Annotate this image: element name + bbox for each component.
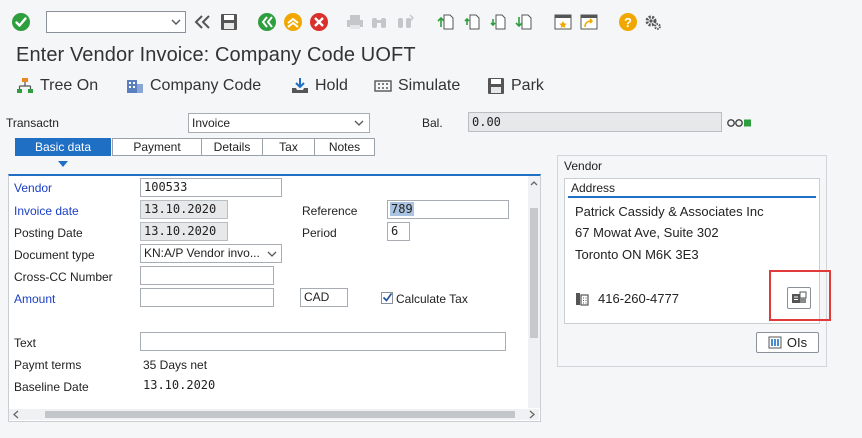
- vendor-name: Patrick Cassidy & Associates Inc: [575, 204, 764, 219]
- document-type-label: Document type: [14, 248, 95, 262]
- posting-date-label: Posting Date: [14, 226, 83, 240]
- document-type-select[interactable]: KN:A/P Vendor invo...: [140, 244, 282, 263]
- first-page-icon[interactable]: [436, 12, 456, 32]
- address-divider: [568, 196, 816, 198]
- tab-details[interactable]: Details: [201, 138, 263, 156]
- previous-page-icon[interactable]: [462, 12, 482, 32]
- hold-button[interactable]: Hold: [291, 76, 348, 96]
- open-items-button[interactable]: OIs: [756, 332, 819, 353]
- create-session-icon[interactable]: [553, 12, 573, 32]
- simulate-label: Simulate: [398, 77, 461, 94]
- park-label: Park: [511, 77, 544, 94]
- highlight-box: [769, 270, 831, 321]
- vertical-scrollbar[interactable]: [528, 176, 540, 408]
- vendor-city: Toronto ON M6K 3E3: [575, 247, 699, 262]
- currency-field[interactable]: CAD: [300, 288, 348, 307]
- tab-basic-data[interactable]: Basic data: [15, 138, 111, 156]
- company-code-label: Company Code: [150, 77, 262, 94]
- scroll-up-icon: [530, 181, 538, 186]
- balance-status-icon: [727, 117, 753, 131]
- period-field[interactable]: 6: [387, 222, 410, 241]
- simulate-button[interactable]: Simulate: [374, 76, 460, 96]
- open-items-label: OIs: [786, 335, 808, 350]
- period-label: Period: [302, 226, 337, 240]
- payment-terms-value: 35 Days net: [143, 358, 208, 372]
- payment-terms-label: Paymt terms: [14, 358, 82, 372]
- baseline-date-label: Baseline Date: [14, 380, 89, 394]
- tab-notes[interactable]: Notes: [314, 138, 375, 156]
- checkmark-icon: [382, 293, 393, 302]
- find-next-icon: [395, 12, 415, 32]
- chevron-down-icon: [354, 120, 364, 126]
- svg-text:?: ?: [624, 15, 632, 30]
- scroll-right-icon: [529, 410, 535, 419]
- address-header: Address: [571, 181, 616, 195]
- company-code-button[interactable]: Company Code: [126, 76, 261, 96]
- reference-label: Reference: [302, 204, 358, 218]
- park-save-icon: [488, 78, 504, 94]
- vendor-street: 67 Mowat Ave, Suite 302: [575, 225, 719, 240]
- simulate-icon: [374, 80, 392, 92]
- horizontal-scroll-thumb[interactable]: [45, 411, 515, 418]
- next-page-icon[interactable]: [488, 12, 508, 32]
- vendor-label: Vendor: [14, 181, 53, 195]
- phone-icon: [575, 292, 589, 309]
- vertical-scroll-thumb[interactable]: [530, 208, 538, 338]
- scroll-left-icon: [13, 410, 19, 419]
- tree-on-button[interactable]: Tree On: [16, 76, 98, 96]
- vendor-phone: 416-260-4777: [598, 291, 679, 306]
- exit-icon[interactable]: [282, 11, 304, 33]
- calculate-tax-checkbox[interactable]: [381, 292, 393, 304]
- last-page-icon[interactable]: [514, 12, 534, 32]
- chevron-down-icon: [171, 19, 181, 25]
- command-field[interactable]: [46, 11, 186, 33]
- invoice-date-field[interactable]: 13.10.2020: [140, 200, 228, 219]
- text-label: Text: [14, 336, 37, 350]
- cancel-icon[interactable]: [308, 11, 330, 33]
- document-type-value: KN:A/P Vendor invo...: [144, 246, 260, 260]
- posting-date-field[interactable]: 13.10.2020: [140, 222, 228, 241]
- tab-payment[interactable]: Payment: [112, 138, 202, 156]
- vendor-field[interactable]: 100533: [140, 178, 282, 197]
- tab-tax[interactable]: Tax: [262, 138, 315, 156]
- toolbar: ?: [0, 0, 862, 42]
- transaction-select[interactable]: Invoice: [188, 113, 370, 133]
- hierarchy-icon: [17, 78, 33, 93]
- reference-field[interactable]: 789: [387, 200, 509, 219]
- save-icon[interactable]: [219, 12, 239, 32]
- baseline-date-value: 13.10.2020: [143, 378, 216, 392]
- page-title: Enter Vendor Invoice: Company Code UOFT: [16, 44, 416, 66]
- transaction-label: Transactn: [6, 116, 59, 130]
- settings-gear-icon[interactable]: [643, 12, 663, 32]
- balance-field: 0.00: [468, 112, 722, 132]
- double-chevron-left-icon[interactable]: [193, 13, 213, 31]
- hold-label: Hold: [315, 77, 348, 94]
- text-field[interactable]: [140, 332, 506, 351]
- shortcut-icon[interactable]: [579, 12, 599, 32]
- print-icon: [345, 12, 365, 32]
- calculate-tax-label: Calculate Tax: [396, 292, 468, 306]
- open-items-icon: [768, 336, 782, 349]
- chevron-down-icon: [267, 251, 277, 257]
- amount-field[interactable]: [140, 288, 274, 307]
- horizontal-scrollbar[interactable]: [9, 409, 539, 420]
- hold-tray-icon: [292, 78, 308, 93]
- vendor-panel-title: Vendor: [564, 159, 603, 173]
- tree-on-label: Tree On: [40, 77, 99, 94]
- building-icon: [127, 80, 143, 93]
- active-tab-pointer: [58, 156, 68, 170]
- back-icon[interactable]: [256, 11, 278, 33]
- invoice-date-label: Invoice date: [14, 204, 79, 218]
- cross-cc-number-label: Cross-CC Number: [14, 270, 113, 284]
- enter-check-icon[interactable]: [10, 11, 32, 33]
- transaction-value: Invoice: [192, 116, 231, 130]
- balance-label: Bal.: [422, 116, 443, 130]
- amount-label: Amount: [14, 292, 56, 306]
- park-button[interactable]: Park: [487, 76, 544, 96]
- reference-value: 789: [390, 202, 414, 216]
- find-icon: [369, 12, 389, 32]
- help-icon[interactable]: ?: [617, 11, 639, 33]
- cross-cc-number-field[interactable]: [140, 266, 274, 285]
